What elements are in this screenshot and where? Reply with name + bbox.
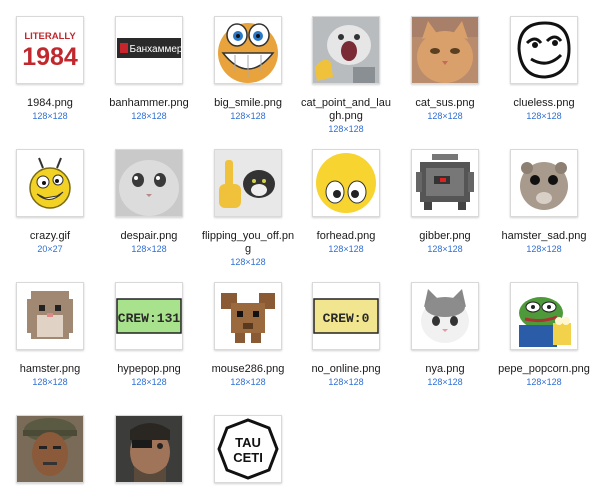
svg-text:CREW:0: CREW:0 bbox=[323, 311, 370, 326]
file-dimensions: 128×128 bbox=[230, 377, 266, 387]
banhammer-icon: Банхаммер bbox=[115, 16, 183, 84]
svg-text:Банхаммер: Банхаммер bbox=[130, 44, 182, 55]
file-name: 1984.png bbox=[27, 97, 73, 109]
file-dimensions: 128×128 bbox=[427, 244, 463, 254]
file-dimensions: 128×128 bbox=[131, 111, 167, 121]
file-item[interactable]: cat_sus.png 128×128 bbox=[397, 16, 493, 123]
file-dimensions: 128×128 bbox=[131, 244, 167, 254]
tau-ceti-icon: TAU CETI bbox=[214, 415, 282, 483]
flipping-you-off-icon bbox=[214, 149, 282, 217]
file-name: cat_sus.png bbox=[415, 97, 475, 109]
file-name: clueless.png bbox=[513, 97, 575, 109]
file-item[interactable]: forhead.png 128×128 bbox=[298, 149, 394, 256]
big-smile-icon bbox=[214, 16, 282, 84]
file-item[interactable]: flipping_you_off.png 128×128 bbox=[200, 149, 296, 269]
file-dimensions: 128×128 bbox=[230, 111, 266, 121]
cat-point-and-laugh-icon bbox=[312, 16, 380, 84]
file-name: despair.png bbox=[120, 230, 178, 242]
file-name: pepe_popcorn.png bbox=[498, 363, 590, 375]
file-item[interactable] bbox=[2, 415, 98, 496]
file-dimensions: 128×128 bbox=[230, 257, 266, 267]
file-item[interactable]: pepe_popcorn.png 128×128 bbox=[496, 282, 592, 389]
file-dimensions: 128×128 bbox=[32, 111, 68, 121]
file-dimensions: 128×128 bbox=[328, 244, 364, 254]
svg-text:LITERALLY: LITERALLY bbox=[24, 31, 76, 42]
cat-sus-icon bbox=[411, 16, 479, 84]
clueless-icon bbox=[510, 16, 578, 84]
svg-text:TAU: TAU bbox=[235, 435, 261, 450]
gibber-icon bbox=[411, 149, 479, 217]
file-name: hypepop.png bbox=[117, 363, 181, 375]
forhead-icon bbox=[312, 149, 380, 217]
file-name: flipping_you_off.png bbox=[201, 230, 295, 255]
file-item[interactable]: big_smile.png 128×128 bbox=[200, 16, 296, 123]
file-item[interactable]: CREW:0 no_online.png 128×128 bbox=[298, 282, 394, 389]
file-name: no_online.png bbox=[311, 363, 381, 375]
file-item[interactable]: Банхаммер banhammer.png 128×128 bbox=[101, 16, 197, 123]
svg-text:CREW:131: CREW:131 bbox=[118, 311, 181, 326]
file-dimensions: 128×128 bbox=[526, 244, 562, 254]
file-dimensions: 128×128 bbox=[328, 124, 364, 134]
pepe-popcorn-icon bbox=[510, 282, 578, 350]
literally-1984-icon: LITERALLY 1984 bbox=[16, 16, 84, 84]
file-dimensions: 128×128 bbox=[32, 377, 68, 387]
file-name: big_smile.png bbox=[214, 97, 282, 109]
hypepop-icon: CREW:131 bbox=[115, 282, 183, 350]
file-dimensions: 128×128 bbox=[526, 377, 562, 387]
file-item[interactable]: clueless.png 128×128 bbox=[496, 16, 592, 123]
file-name: hamster.png bbox=[19, 363, 81, 375]
file-name: crazy.gif bbox=[29, 230, 71, 242]
hamster-icon bbox=[16, 282, 84, 350]
svg-text:1984: 1984 bbox=[22, 43, 78, 71]
file-item[interactable]: crazy.gif 20×27 bbox=[2, 149, 98, 256]
despair-cat-icon bbox=[115, 149, 183, 217]
file-item[interactable] bbox=[101, 415, 197, 496]
file-item[interactable]: gibber.png 128×128 bbox=[397, 149, 493, 256]
file-item[interactable]: CREW:131 hypepop.png 128×128 bbox=[101, 282, 197, 389]
no-online-icon: CREW:0 bbox=[312, 282, 380, 350]
file-item[interactable]: TAU CETI bbox=[200, 415, 296, 496]
file-name: mouse286.png bbox=[211, 363, 285, 375]
snake-icon bbox=[115, 415, 183, 483]
hamster-sad-icon bbox=[510, 149, 578, 217]
svg-text:CETI: CETI bbox=[233, 450, 263, 465]
file-item[interactable]: hamster_sad.png 128×128 bbox=[496, 149, 592, 256]
file-item[interactable]: hamster.png 128×128 bbox=[2, 282, 98, 389]
crazy-icon bbox=[16, 149, 84, 217]
file-dimensions: 128×128 bbox=[526, 111, 562, 121]
mouse286-icon bbox=[214, 282, 282, 350]
file-dimensions: 128×128 bbox=[427, 111, 463, 121]
file-item[interactable]: mouse286.png 128×128 bbox=[200, 282, 296, 389]
file-item[interactable]: nya.png 128×128 bbox=[397, 282, 493, 389]
file-name: hamster_sad.png bbox=[501, 230, 587, 242]
file-dimensions: 20×27 bbox=[37, 244, 63, 254]
file-dimensions: 128×128 bbox=[328, 377, 364, 387]
file-name: gibber.png bbox=[419, 230, 471, 242]
file-item[interactable]: cat_point_and_laugh.png 128×128 bbox=[298, 16, 394, 136]
file-dimensions: 128×128 bbox=[131, 377, 167, 387]
file-name: forhead.png bbox=[316, 230, 376, 242]
file-name: cat_point_and_laugh.png bbox=[301, 97, 391, 122]
nya-icon bbox=[411, 282, 479, 350]
soldier-icon bbox=[16, 415, 84, 483]
file-dimensions: 128×128 bbox=[427, 377, 463, 387]
file-item[interactable]: LITERALLY 1984 1984.png 128×128 bbox=[2, 16, 98, 123]
file-name: nya.png bbox=[425, 363, 465, 375]
file-name: banhammer.png bbox=[109, 97, 189, 109]
file-item[interactable]: despair.png 128×128 bbox=[101, 149, 197, 256]
